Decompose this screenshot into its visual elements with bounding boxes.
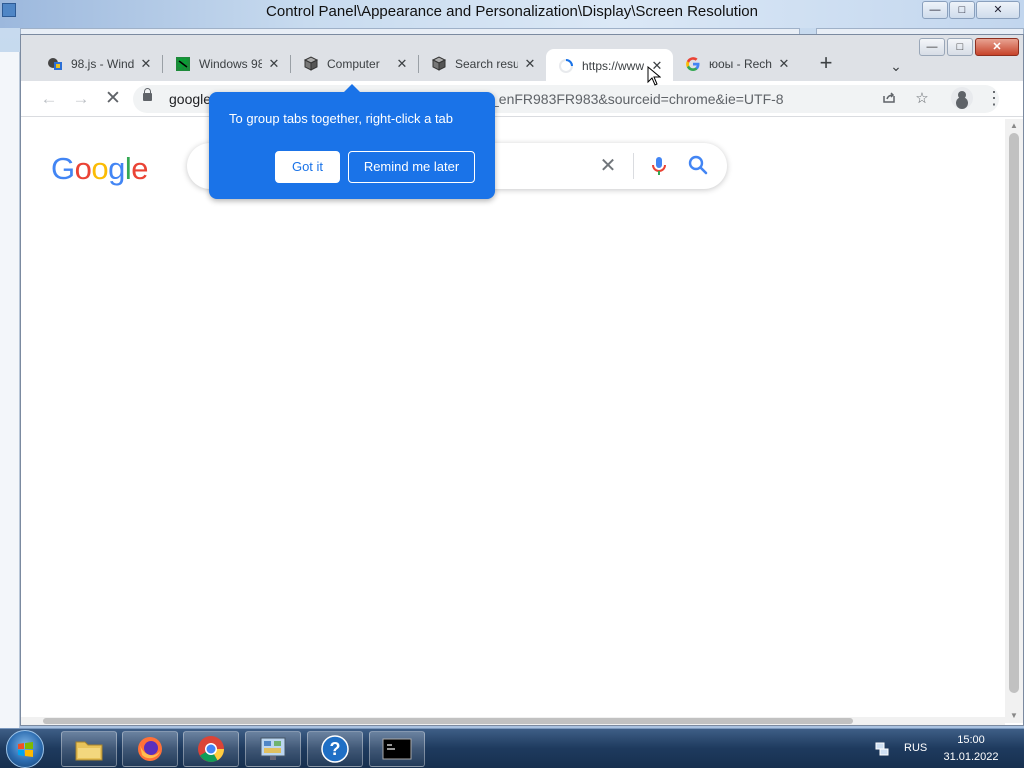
- maximize-button[interactable]: □: [949, 1, 975, 19]
- browser-toolbar: ← → ✕ google _enFR983FR983&sourceid=chro…: [21, 81, 1023, 117]
- google-logo-letter: o: [74, 151, 92, 186]
- menu-dots-icon[interactable]: ⋮: [985, 87, 1003, 111]
- google-logo-letter: g: [108, 151, 125, 186]
- popover-message: To group tabs together, right-click a ta…: [229, 111, 454, 126]
- tab-strip: 98.js - Windows 98 ✕ Windows 98 ✕ Comput…: [35, 47, 840, 83]
- vertical-scrollbar[interactable]: ▲ ▼: [1005, 119, 1023, 723]
- forward-arrow-icon[interactable]: →: [69, 87, 93, 111]
- taskbar-control-panel[interactable]: [245, 731, 301, 767]
- folder-icon: [75, 741, 103, 761]
- firefox-icon: [138, 737, 162, 761]
- mouse-cursor-icon: [647, 66, 661, 86]
- tab-close-icon[interactable]: ✕: [776, 56, 792, 72]
- chrome-titlebar[interactable]: — □ ✕ 98.js - Windows 98 ✕ Windows 98 ✕: [21, 35, 1023, 83]
- tab-computer[interactable]: Computer ✕: [291, 49, 418, 79]
- taskbar-help[interactable]: ?: [307, 731, 363, 767]
- terminal-icon: [382, 738, 412, 760]
- url-host: google: [169, 91, 212, 107]
- chrome-minimize-button[interactable]: —: [919, 38, 945, 56]
- taskbar-chrome[interactable]: [183, 731, 239, 767]
- close-button[interactable]: ✕: [976, 1, 1020, 19]
- microphone-icon[interactable]: [649, 155, 669, 177]
- tab-close-icon[interactable]: ✕: [266, 56, 282, 72]
- tab-title: https://www: [582, 59, 645, 73]
- clear-search-icon[interactable]: ✕: [597, 155, 619, 177]
- computer-icon: [431, 56, 447, 72]
- tab-close-icon[interactable]: ✕: [522, 56, 538, 72]
- tab-windows-98[interactable]: Windows 98 ✕: [163, 49, 290, 79]
- windows-98-icon: [47, 56, 63, 72]
- google-logo-letter: e: [131, 151, 149, 186]
- tab-google-search[interactable]: юоы - Rech ✕: [673, 49, 800, 79]
- google-logo-letter: o: [91, 151, 109, 186]
- tab-98js[interactable]: 98.js - Windows 98 ✕: [35, 49, 162, 79]
- tab-search-chevron-icon[interactable]: ⌄: [883, 53, 909, 79]
- google-g-icon: [685, 56, 701, 72]
- google-logo-letter: G: [51, 151, 75, 186]
- windows-logo-icon: [18, 742, 33, 757]
- clock-time[interactable]: 15:00: [940, 734, 1002, 746]
- new-tab-button[interactable]: +: [812, 50, 840, 78]
- taskbar: ? RUS 15:00 31.01.2022: [0, 728, 1024, 768]
- search-icon[interactable]: [687, 154, 709, 176]
- tab-close-icon[interactable]: ✕: [138, 56, 154, 72]
- horizontal-scrollbar[interactable]: [21, 717, 1005, 725]
- google-logo[interactable]: Google: [51, 151, 149, 187]
- search-divider: [633, 153, 634, 179]
- start-button[interactable]: [6, 730, 44, 768]
- computer-icon: [303, 56, 319, 72]
- tab-title: 98.js - Windows 98: [71, 57, 134, 71]
- chrome-maximize-button[interactable]: □: [947, 38, 973, 56]
- back-arrow-icon[interactable]: ←: [37, 87, 61, 111]
- system-tray: RUS 15:00 31.01.2022: [870, 729, 1024, 768]
- tab-title: Computer: [327, 57, 380, 71]
- horizontal-scrollbar-thumb[interactable]: [43, 718, 853, 724]
- scroll-down-arrow-icon[interactable]: ▼: [1009, 711, 1019, 721]
- tab-title: Windows 98: [199, 57, 262, 71]
- spreadsheet-icon: [175, 56, 191, 72]
- share-icon[interactable]: [879, 89, 899, 109]
- control-panel-icon: [260, 737, 286, 760]
- chrome-icon: [198, 736, 225, 762]
- bookmark-star-icon[interactable]: ☆: [912, 89, 932, 109]
- chrome-window-controls: — □ ✕: [919, 38, 1019, 56]
- tab-title: юоы - Rech: [709, 57, 772, 71]
- tab-groups-popover: To group tabs together, right-click a ta…: [209, 84, 495, 199]
- google-logo-text: Google: [51, 151, 149, 186]
- scroll-up-arrow-icon[interactable]: ▲: [1009, 121, 1019, 131]
- profile-avatar-icon[interactable]: [951, 87, 973, 109]
- tab-title: Search results: [455, 57, 518, 71]
- clock-date[interactable]: 31.01.2022: [940, 751, 1002, 763]
- got-it-button[interactable]: Got it: [275, 151, 340, 183]
- svg-text:?: ?: [330, 739, 341, 759]
- network-icon[interactable]: [874, 741, 890, 757]
- taskbar-firefox[interactable]: [122, 731, 178, 767]
- control-panel-title: Control Panel\Appearance and Personaliza…: [266, 3, 758, 20]
- taskbar-explorer[interactable]: [61, 731, 117, 767]
- vertical-scrollbar-thumb[interactable]: [1009, 133, 1019, 693]
- tab-close-icon[interactable]: ✕: [394, 56, 410, 72]
- url-query: _enFR983FR983&sourceid=chrome&ie=UTF-8: [491, 91, 784, 107]
- taskbar-cmd[interactable]: [369, 731, 425, 767]
- chrome-close-button[interactable]: ✕: [975, 38, 1019, 56]
- loading-spinner-icon: [558, 58, 574, 74]
- help-icon: ?: [321, 735, 349, 763]
- page-content: Google ✕: [21, 117, 1023, 725]
- minimize-button[interactable]: —: [922, 1, 948, 19]
- stop-loading-icon[interactable]: ✕: [101, 87, 125, 111]
- remind-me-later-button[interactable]: Remind me later: [348, 151, 475, 183]
- lock-icon[interactable]: [143, 88, 152, 101]
- chrome-window: — □ ✕ 98.js - Windows 98 ✕ Windows 98 ✕: [20, 34, 1024, 726]
- control-panel-sidebar: [0, 52, 20, 740]
- tab-search-results[interactable]: Search results ✕: [419, 49, 546, 79]
- language-indicator[interactable]: RUS: [904, 742, 927, 754]
- control-panel-titlebar[interactable]: Control Panel\Appearance and Personaliza…: [0, 0, 1024, 28]
